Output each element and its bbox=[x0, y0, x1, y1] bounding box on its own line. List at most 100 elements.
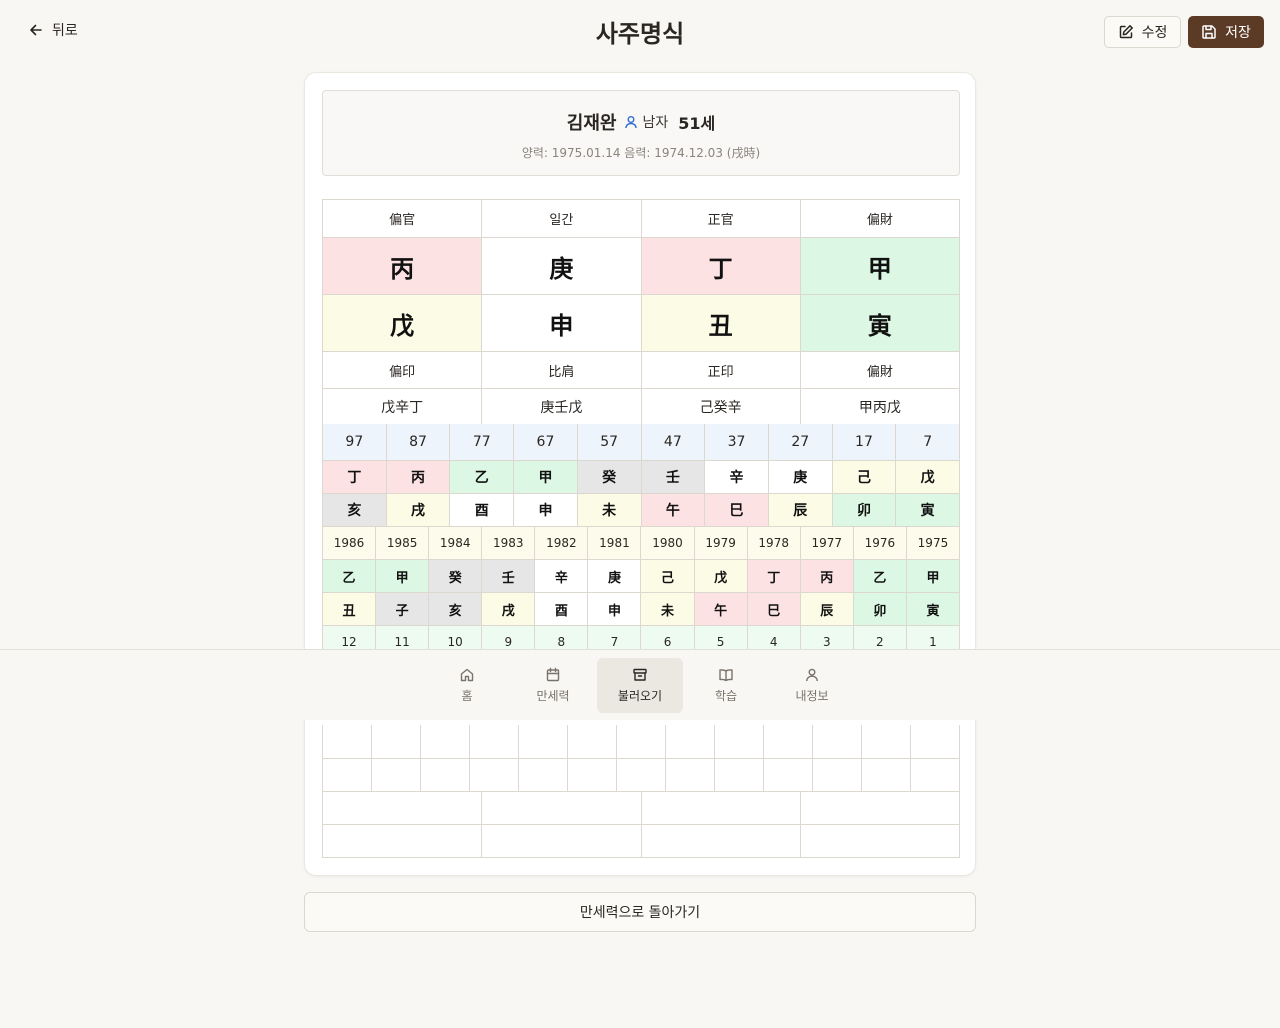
nav-item-home[interactable]: 홈 bbox=[424, 658, 510, 713]
four-pillars-table: 偏官 일간 正官 偏財丙庚丁甲戊申丑寅偏印 比肩 正印 偏財 戊辛丁 庚壬戊 己癸辛 甲丙戊 bbox=[322, 199, 960, 426]
pillar-hidden-stems: 甲丙戊 bbox=[800, 389, 960, 426]
pillar-branch: 申 bbox=[482, 295, 642, 352]
seun-year: 1982 bbox=[535, 527, 589, 560]
gender-label: 남자 bbox=[642, 115, 669, 131]
nav-item-study[interactable]: 학습 bbox=[683, 658, 769, 713]
pillar-stem: 甲 bbox=[800, 238, 960, 295]
bottom-navigation: 홈 만세력 불러오기 학습 내정보 bbox=[0, 649, 1280, 720]
daeun-branch: 未 bbox=[577, 494, 642, 527]
top-bar: 뒤로 사주명식 수정 저장 bbox=[0, 0, 1280, 64]
nav-label-load: 불러오기 bbox=[617, 689, 663, 703]
seun-stem: 戊 bbox=[694, 560, 748, 593]
seun-branch: 辰 bbox=[800, 593, 854, 626]
profile-summary: 김재완 남자 51세 bbox=[323, 109, 959, 135]
empty-cell bbox=[715, 725, 764, 759]
archive-icon bbox=[633, 668, 647, 681]
seun-year: 1986 bbox=[323, 527, 377, 560]
seun-year: 1979 bbox=[694, 527, 748, 560]
empty-cell bbox=[641, 825, 801, 858]
empty-cell bbox=[666, 725, 715, 759]
profile-name: 김재완 bbox=[566, 113, 617, 134]
gender-tag: 남자 bbox=[624, 112, 668, 132]
empty-cell bbox=[764, 725, 813, 759]
pillar-bottom-label: 比肩 bbox=[482, 352, 642, 389]
nav-label-home: 홈 bbox=[461, 689, 473, 703]
seun-branch: 戌 bbox=[482, 593, 536, 626]
empty-cell bbox=[813, 725, 862, 759]
daeun-stem: 庚 bbox=[768, 461, 833, 494]
seun-year: 1976 bbox=[853, 527, 907, 560]
age-label: 51세 bbox=[678, 114, 716, 133]
seun-stem: 乙 bbox=[853, 560, 907, 593]
page-title: 사주명식 bbox=[595, 20, 685, 48]
seun-year: 1978 bbox=[747, 527, 801, 560]
pillar-hidden-stems: 己癸辛 bbox=[641, 389, 801, 426]
empty-cell bbox=[372, 759, 421, 792]
daeun-age: 77 bbox=[450, 424, 515, 461]
daeun-age: 7 bbox=[896, 424, 960, 461]
calendar-icon bbox=[546, 667, 560, 682]
nav-item-profile[interactable]: 내정보 bbox=[769, 658, 855, 713]
empty-cell bbox=[323, 825, 483, 858]
seun-stem: 辛 bbox=[535, 560, 589, 593]
daeun-branch: 酉 bbox=[450, 494, 515, 527]
seun-stem: 乙 bbox=[323, 560, 377, 593]
pillar-hidden-stems: 戊辛丁 bbox=[323, 389, 483, 426]
empty-cell bbox=[764, 759, 813, 792]
seun-branch: 寅 bbox=[906, 593, 960, 626]
seun-year: 1985 bbox=[376, 527, 430, 560]
empty-cell bbox=[862, 759, 911, 792]
seun-year: 1983 bbox=[482, 527, 536, 560]
seun-branch: 巳 bbox=[747, 593, 801, 626]
daeun-age: 57 bbox=[577, 424, 642, 461]
empty-cell bbox=[372, 725, 421, 759]
empty-cell bbox=[666, 759, 715, 792]
edit-button[interactable]: 수정 bbox=[1104, 16, 1181, 48]
empty-cell bbox=[519, 725, 568, 759]
daeun-age: 67 bbox=[514, 424, 578, 461]
empty-cell bbox=[568, 725, 617, 759]
daeun-age: 37 bbox=[705, 424, 769, 461]
daeun-table: 97 87 77 67 57 47 37 27 17 7 丁丙乙甲癸壬辛庚己戊亥戌酉申未午巳辰卯寅 bbox=[322, 424, 960, 527]
seun-stem: 己 bbox=[641, 560, 695, 593]
daeun-age: 97 bbox=[323, 424, 387, 461]
save-button[interactable]: 저장 bbox=[1188, 16, 1264, 48]
nav-item-load[interactable]: 불러오기 bbox=[597, 658, 683, 713]
saju-card: 김재완 남자 51세 양력: 1975.01.14 음력: 1974.12.03… bbox=[304, 72, 976, 876]
pillar-top-label: 正官 bbox=[641, 200, 801, 238]
seun-branch: 午 bbox=[694, 593, 748, 626]
home-icon bbox=[460, 668, 474, 682]
daeun-branch: 戌 bbox=[386, 494, 451, 527]
empty-cell bbox=[911, 759, 960, 792]
seun-branch: 丑 bbox=[323, 593, 377, 626]
empty-cell bbox=[470, 725, 519, 759]
nav-item-calendar[interactable]: 만세력 bbox=[510, 658, 596, 713]
seun-stem: 癸 bbox=[429, 560, 483, 593]
empty-cell bbox=[800, 792, 960, 825]
empty-cell bbox=[482, 792, 642, 825]
daeun-stem: 乙 bbox=[450, 461, 515, 494]
seun-year: 1980 bbox=[641, 527, 695, 560]
daeun-stem: 壬 bbox=[641, 461, 706, 494]
pillar-branch: 戊 bbox=[323, 295, 483, 352]
daeun-stem: 戊 bbox=[896, 461, 960, 494]
seun-year: 1975 bbox=[906, 527, 960, 560]
empty-cell bbox=[421, 759, 470, 792]
daeun-branch: 午 bbox=[641, 494, 706, 527]
daeun-branch: 巳 bbox=[705, 494, 769, 527]
daeun-age: 27 bbox=[768, 424, 833, 461]
seun-year: 1977 bbox=[800, 527, 854, 560]
seun-stem: 甲 bbox=[906, 560, 960, 593]
daeun-age: 47 bbox=[641, 424, 706, 461]
seun-branch: 子 bbox=[376, 593, 430, 626]
seun-branch: 卯 bbox=[853, 593, 907, 626]
return-to-calendar-button[interactable]: 만세력으로 돌아가기 bbox=[304, 892, 976, 932]
book-icon bbox=[719, 669, 733, 682]
person-icon bbox=[625, 116, 638, 129]
daeun-stem: 甲 bbox=[514, 461, 578, 494]
seun-branch: 申 bbox=[588, 593, 642, 626]
edit-icon bbox=[1119, 25, 1133, 39]
daeun-branch: 辰 bbox=[768, 494, 833, 527]
seun-branch: 亥 bbox=[429, 593, 483, 626]
pillar-bottom-label: 正印 bbox=[641, 352, 801, 389]
